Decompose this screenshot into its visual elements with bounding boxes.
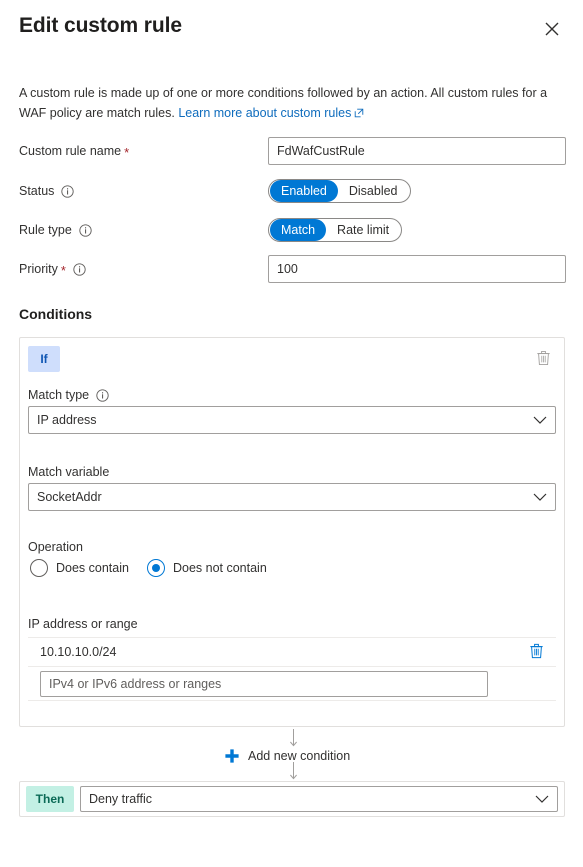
custom-rule-name-label: Custom rule name * [19,137,129,165]
match-variable-label: Match variable [28,465,109,479]
info-icon[interactable] [96,388,109,402]
page-title: Edit custom rule [19,14,182,37]
radio-unchecked-icon [30,559,48,577]
ip-address-list: 10.10.10.0/24 [28,637,556,701]
operation-label: Operation [28,540,83,554]
match-type-value: IP address [37,413,97,427]
status-toggle[interactable]: Enabled Disabled [268,179,411,203]
learn-more-label: Learn more about custom rules [178,106,352,120]
plus-icon [224,748,240,764]
ip-input-row [28,667,556,701]
rule-type-option-rate-limit[interactable]: Rate limit [326,219,400,241]
status-option-disabled[interactable]: Disabled [338,180,409,202]
then-badge: Then [26,786,74,812]
info-icon[interactable] [73,262,86,276]
chevron-down-icon [535,795,549,804]
required-asterisk: * [60,262,66,278]
close-button[interactable] [537,14,567,44]
custom-rule-name-label-text: Custom rule name [19,144,122,158]
ip-value: 10.10.10.0/24 [40,645,117,659]
operation-radio-group: Does contain Does not contain [30,559,267,577]
action-value: Deny traffic [89,792,152,806]
if-badge: If [28,346,60,372]
ip-list-item: 10.10.10.0/24 [28,637,556,667]
match-type-label-text: Match type [28,388,90,402]
delete-condition-button[interactable] [530,346,556,372]
status-label: Status [19,177,75,205]
add-new-condition-button[interactable]: Add new condition [224,745,350,767]
status-label-text: Status [19,184,55,198]
required-asterisk: * [124,144,130,160]
status-option-enabled[interactable]: Enabled [270,180,338,202]
match-type-label: Match type [28,388,109,402]
rule-type-option-match[interactable]: Match [270,219,327,241]
match-variable-select[interactable]: SocketAddr [28,483,556,511]
operation-option-does-contain[interactable]: Does contain [30,559,129,577]
ip-range-label-text: IP address or range [28,617,138,631]
match-type-select[interactable]: IP address [28,406,556,434]
info-icon[interactable] [79,223,92,237]
field-row-status: Status Enabled Disabled [19,177,567,205]
operation-option-does-not-contain[interactable]: Does not contain [146,559,267,577]
delete-ip-button[interactable] [524,640,548,664]
info-icon[interactable] [61,184,75,198]
conditions-section-title: Conditions [19,306,93,322]
rule-type-label-text: Rule type [19,223,72,237]
priority-input[interactable] [268,255,566,283]
operation-option-does-not-contain-label: Does not contain [172,561,267,575]
match-variable-value: SocketAddr [37,490,102,504]
priority-label: Priority * [19,255,86,283]
match-variable-label-text: Match variable [28,465,110,479]
close-icon [545,22,559,36]
chevron-down-icon [533,493,547,502]
panel-description: A custom rule is made up of one or more … [19,83,567,124]
add-new-condition-label: Add new condition [248,749,351,763]
trash-icon [529,643,544,662]
chevron-down-icon [533,416,547,425]
external-link-icon [354,104,364,124]
panel-header: Edit custom rule [19,12,567,52]
custom-rule-name-input[interactable] [268,137,566,165]
operation-option-does-contain-label: Does contain [56,561,129,575]
field-row-rule-type: Rule type Match Rate limit [19,216,567,244]
edit-custom-rule-panel: Edit custom rule A custom rule is made u… [0,0,583,867]
priority-label-text: Priority [19,262,58,276]
trash-icon [536,350,551,369]
action-select[interactable]: Deny traffic [80,786,558,812]
field-row-custom-rule-name: Custom rule name * [19,137,567,165]
operation-label-text: Operation [28,540,83,554]
ip-address-input[interactable] [40,670,488,697]
field-row-priority: Priority * [19,255,567,283]
radio-checked-icon [146,559,165,577]
rule-type-toggle[interactable]: Match Rate limit [268,218,403,242]
rule-type-label: Rule type [19,216,92,244]
ip-range-label: IP address or range [28,617,138,631]
connector-arrow-bottom [289,762,297,782]
action-card: Then Deny traffic [19,781,565,817]
learn-more-link[interactable]: Learn more about custom rules [178,106,364,120]
